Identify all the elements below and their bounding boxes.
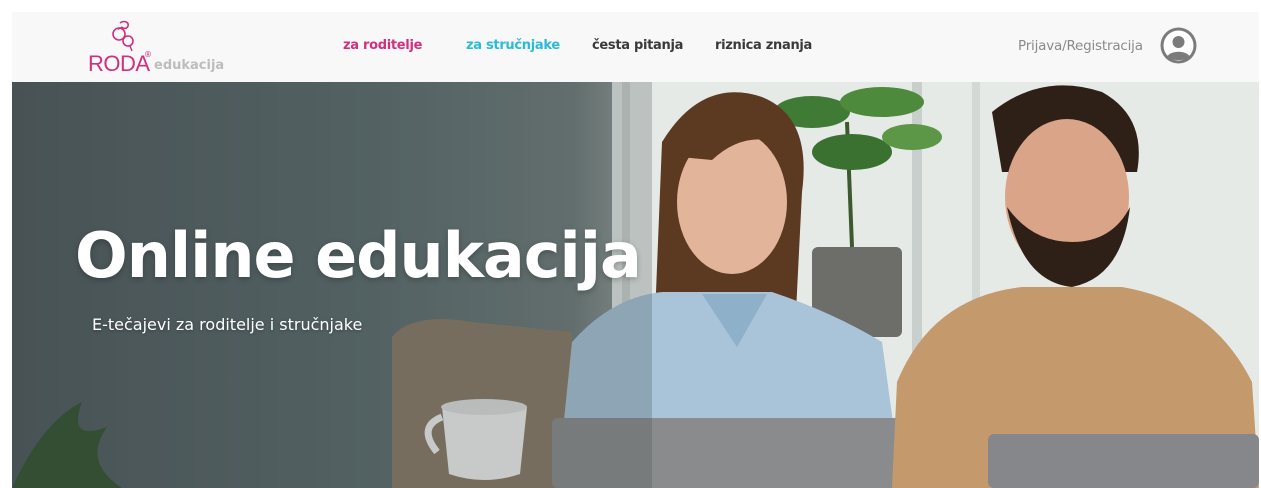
page: RODA ® edukacija za roditelje za stručnj… [0,0,1261,488]
nav-link-za-roditelje[interactable]: za roditelje [343,38,422,54]
nav-link-riznica-znanja[interactable]: riznica znanja [715,38,812,54]
login-register-link[interactable]: Prijava/Registracija [1018,38,1143,54]
user-circle-icon[interactable] [1160,27,1197,64]
site-header: RODA ® edukacija za roditelje za stručnj… [12,12,1259,82]
hero-banner: Online edukacija E-tečajevi za roditelje… [12,82,1259,488]
roda-edukacija-logo[interactable]: RODA ® edukacija [78,20,248,76]
hero-subtitle: E-tečajevi za roditelje i stručnjake [92,315,363,334]
registered-mark: ® [144,50,152,59]
nav-link-cesta-pitanja[interactable]: česta pitanja [592,38,683,54]
logo-brand-text: RODA [88,51,150,76]
hero-title: Online edukacija [75,219,642,292]
nav-link-za-strucnjake[interactable]: za stručnjake [466,38,560,54]
logo-product-text: edukacija [154,58,225,73]
stork-logo-icon [112,20,134,52]
